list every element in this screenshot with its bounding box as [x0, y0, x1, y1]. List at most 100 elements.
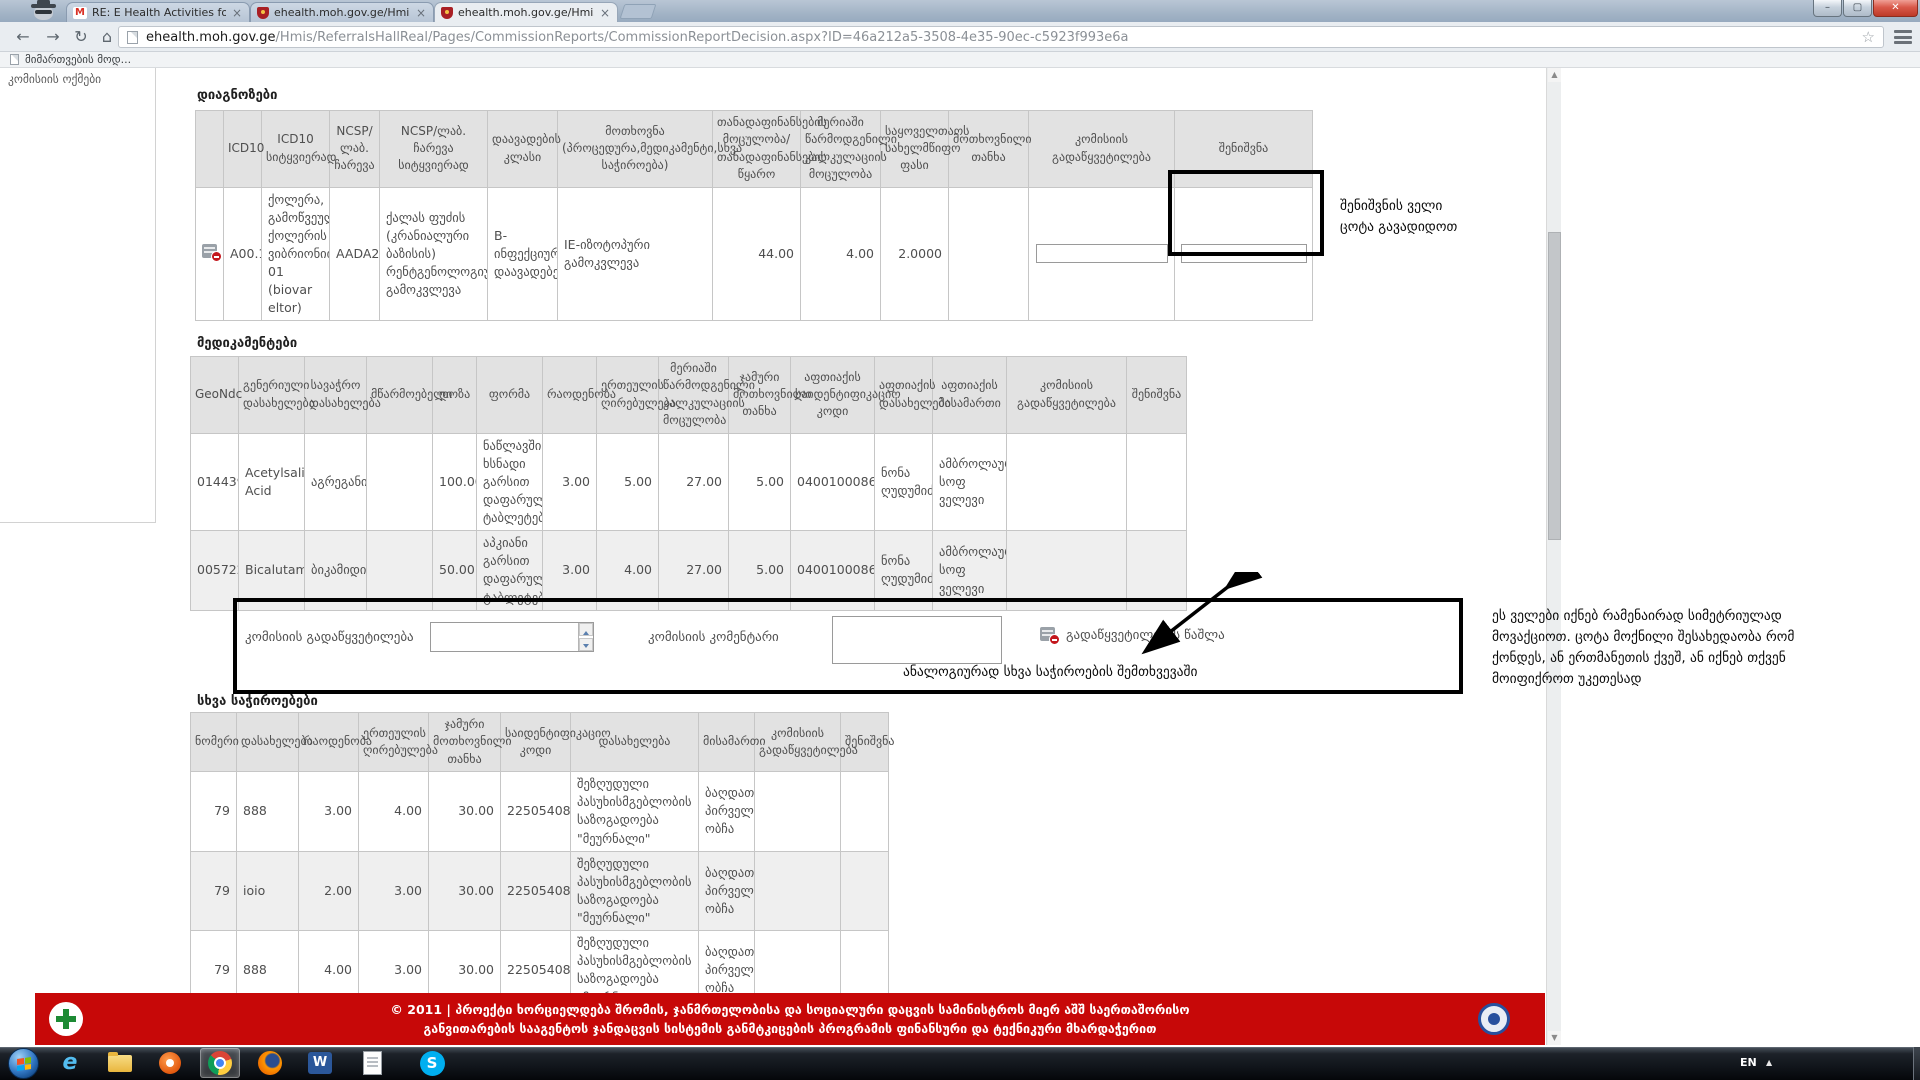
- bookmark-star-icon[interactable]: ☆: [1862, 28, 1875, 46]
- col-header: დოზა: [433, 357, 477, 434]
- back-icon[interactable]: ←: [10, 25, 36, 49]
- bookmark-item[interactable]: მიმართვების მოდ...: [10, 53, 131, 66]
- tray-expand-icon[interactable]: ▲: [1766, 1058, 1772, 1067]
- number-cell: 79: [191, 851, 237, 931]
- diagnoses-header-row: ICD10 ICD10 სიტყვიერად NCSP/ლაბ. ჩარევა …: [196, 111, 1313, 188]
- geondc-cell: 014439: [191, 433, 239, 531]
- medications-section-title: მედიკამენტები: [197, 336, 297, 351]
- pharmacy-address-cell: ამბროლაური სოფ ველევი: [933, 433, 1007, 531]
- url-path: /Hmis/ReferralsHallReal/Pages/Commission…: [276, 30, 1129, 45]
- disease-class-cell: B-ინფექციური დაავადებები: [488, 187, 558, 321]
- tab-ehealth-1[interactable]: ehealth.moh.gov.ge/Hmis ×: [250, 2, 434, 22]
- close-button[interactable]: ✕: [1873, 0, 1918, 17]
- id-code-cell: 225054080: [501, 851, 571, 931]
- new-tab-button[interactable]: [620, 4, 657, 19]
- form-cell: ნაწლავში ხსნადი გარსით დაფარული ტაბლეტებ…: [477, 433, 543, 531]
- supplier-name-cell: შეზღუდული პასუხისმგებლობის საზოგადოება "…: [571, 772, 699, 852]
- taskbar-firefox-button[interactable]: [250, 1048, 290, 1078]
- taskbar-document-button[interactable]: [352, 1048, 392, 1078]
- windows-flag-icon: [17, 1057, 31, 1071]
- tab-close-icon[interactable]: ×: [599, 7, 611, 19]
- sidebar-item-commission-protocols[interactable]: კომისიის ოქმები: [8, 72, 101, 86]
- home-icon[interactable]: ⌂: [94, 25, 120, 49]
- show-desktop-button[interactable]: [1913, 1047, 1920, 1080]
- diagnoses-section-title: დიაგნოზები: [197, 88, 277, 103]
- taskbar-explorer-button[interactable]: [100, 1048, 140, 1078]
- col-header: სავაჭრო დასახელება: [305, 357, 367, 434]
- taskbar-chrome-button[interactable]: [200, 1048, 240, 1078]
- col-header: NCSP/ლაბ. ჩარევა სიტყვიერად: [380, 111, 488, 188]
- page-scrollbar[interactable]: ▲ ▼: [1546, 68, 1561, 1045]
- reload-icon[interactable]: ↻: [68, 25, 94, 49]
- decision-cell: [1007, 433, 1127, 531]
- col-header: კომისიის გადაწყვეტილება: [1007, 357, 1127, 434]
- col-header: GeoNdc: [191, 357, 239, 434]
- start-button[interactable]: [8, 1048, 39, 1079]
- tab-close-icon[interactable]: ×: [415, 7, 427, 19]
- col-header: მერიაში წარმოდგენილი კალკულაციის მოცულობ…: [659, 357, 729, 434]
- taskbar-word-button[interactable]: W: [300, 1048, 340, 1078]
- manufacturer-cell: [367, 433, 433, 531]
- taskbar-media-button[interactable]: [150, 1048, 190, 1078]
- scroll-up-icon[interactable]: ▲: [1548, 68, 1561, 82]
- taskbar-ie-button[interactable]: e: [50, 1048, 90, 1078]
- page-icon: [127, 31, 138, 44]
- col-header: გენერიული დასახელება: [239, 357, 305, 434]
- browser-title-bar: M RE: E Health Activities for × ehealth.…: [0, 0, 1920, 22]
- col-header: მოთხოვნა (პროცედურა,მედიკამენტი,სხვა საჭ…: [558, 111, 713, 188]
- state-price-cell: 2.0000: [881, 187, 949, 321]
- col-header: კომისიის გადაწყვეტილება: [1029, 111, 1175, 188]
- delete-diagnosis-icon[interactable]: [202, 244, 217, 258]
- tab-gmail[interactable]: M RE: E Health Activities for ×: [66, 2, 250, 22]
- forward-icon[interactable]: →: [40, 25, 66, 49]
- supplier-address-cell: ბაღდათი, პირველი ობჩა: [699, 851, 755, 931]
- col-header: [196, 111, 224, 188]
- number-cell: 79: [191, 772, 237, 852]
- col-header: შენიშვნა: [1127, 357, 1187, 434]
- col-header: ერთეულის ღირებულება: [359, 713, 429, 772]
- tab-close-icon[interactable]: ×: [231, 7, 243, 19]
- scroll-down-icon[interactable]: ▼: [1548, 1031, 1561, 1045]
- tab-title: ehealth.moh.gov.ge/Hmis: [274, 6, 410, 19]
- maximize-button[interactable]: ▢: [1843, 0, 1872, 17]
- generic-name-cell: Acetylsalicylic Acid: [239, 433, 305, 531]
- pharmacy-code-cell: 04001000865: [791, 433, 875, 531]
- medication-row: 014439 Acetylsalicylic Acid აგრეგანი 100…: [191, 433, 1187, 531]
- cofinancing-cell: 44.00: [713, 187, 801, 321]
- diagnosis-decision-input[interactable]: [1036, 244, 1168, 263]
- col-header: შენიშვნა: [841, 713, 889, 772]
- language-indicator[interactable]: EN: [1740, 1056, 1757, 1069]
- note-cell: [841, 851, 889, 931]
- medications-header-row: GeoNdc გენერიული დასახელება სავაჭრო დასა…: [191, 357, 1187, 434]
- pharmacy-name-cell: ნონა ღუდუმიძე: [875, 433, 933, 531]
- chrome-menu-icon[interactable]: [1892, 28, 1914, 46]
- minimize-button[interactable]: –: [1813, 0, 1842, 17]
- decision-cell: [1029, 187, 1175, 321]
- other-needs-header-row: ნომერი დასახელება რაოდენობა ერთეულის ღირ…: [191, 713, 889, 772]
- document-icon: [363, 1051, 382, 1075]
- col-header: ნომერი: [191, 713, 237, 772]
- col-header: მწარმოებელი: [367, 357, 433, 434]
- quantity-cell: 3.00: [299, 772, 359, 852]
- diagnoses-table: ICD10 ICD10 სიტყვიერად NCSP/ლაბ. ჩარევა …: [195, 110, 1313, 321]
- col-header: დაავადების კლასი: [488, 111, 558, 188]
- url-text[interactable]: ehealth.moh.gov.ge/Hmis/ReferralsHallRea…: [146, 30, 1129, 45]
- other-need-row: 79 888 3.00 4.00 30.00 225054080 შეზღუდუ…: [191, 772, 889, 852]
- address-bar[interactable]: ehealth.moh.gov.ge/Hmis/ReferralsHallRea…: [118, 26, 1884, 48]
- requested-amount-cell: [949, 187, 1029, 321]
- col-header: ჯამური მოთხოვნილი თანხა: [429, 713, 501, 772]
- col-header: აფთიაქის მისამართი: [933, 357, 1007, 434]
- col-header: საყოველთაოს სახელმწიფო ფასი: [881, 111, 949, 188]
- taskbar-skype-button[interactable]: S: [412, 1048, 452, 1078]
- tab-ehealth-2-active[interactable]: ehealth.moh.gov.ge/Hmis ×: [434, 2, 618, 22]
- trade-name-cell: აგრეგანი: [305, 433, 367, 531]
- scrollbar-thumb[interactable]: [1548, 232, 1561, 540]
- diagnosis-row: A00.1 ქოლერა, გამოწვეული ქოლერის ვიბრიონ…: [196, 187, 1313, 321]
- note-cell: [1127, 433, 1187, 531]
- decision-cell: [755, 772, 841, 852]
- word-icon: W: [308, 1052, 332, 1074]
- col-header: ICD10: [224, 111, 262, 188]
- annotation-analogous: ანალოგიურად სხვა საჭიროების შემთხვევაში: [903, 662, 1197, 683]
- col-header: ფორმა: [477, 357, 543, 434]
- col-header: ჯამური მოთხოვნილი თანხა: [729, 357, 791, 434]
